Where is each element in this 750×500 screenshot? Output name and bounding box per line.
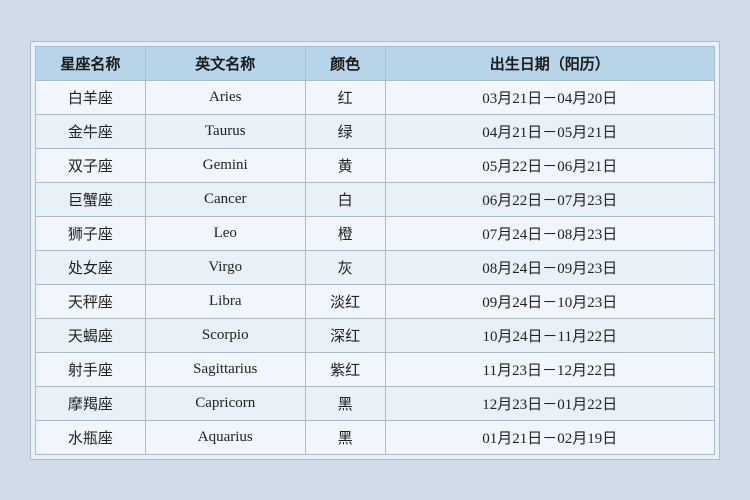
cell-chinese: 金牛座 (36, 114, 146, 148)
cell-color: 红 (305, 80, 385, 114)
cell-chinese: 天蝎座 (36, 318, 146, 352)
table-row: 金牛座Taurus绿04月21日－05月21日 (36, 114, 715, 148)
cell-chinese: 狮子座 (36, 216, 146, 250)
cell-color: 深红 (305, 318, 385, 352)
cell-date: 04月21日－05月21日 (385, 114, 714, 148)
cell-color: 橙 (305, 216, 385, 250)
table-row: 白羊座Aries红03月21日－04月20日 (36, 80, 715, 114)
table-row: 天秤座Libra淡红09月24日－10月23日 (36, 284, 715, 318)
cell-english: Taurus (145, 114, 305, 148)
table-row: 摩羯座Capricorn黑12月23日－01月22日 (36, 386, 715, 420)
cell-chinese: 摩羯座 (36, 386, 146, 420)
cell-color: 绿 (305, 114, 385, 148)
table-body: 白羊座Aries红03月21日－04月20日金牛座Taurus绿04月21日－0… (36, 80, 715, 454)
table-row: 天蝎座Scorpio深红10月24日－11月22日 (36, 318, 715, 352)
table-row: 处女座Virgo灰08月24日－09月23日 (36, 250, 715, 284)
header-color: 颜色 (305, 46, 385, 80)
cell-chinese: 射手座 (36, 352, 146, 386)
cell-english: Capricorn (145, 386, 305, 420)
cell-chinese: 天秤座 (36, 284, 146, 318)
cell-color: 淡红 (305, 284, 385, 318)
cell-date: 11月23日－12月22日 (385, 352, 714, 386)
zodiac-table-container: 星座名称 英文名称 颜色 出生日期（阳历） 白羊座Aries红03月21日－04… (30, 41, 720, 460)
cell-english: Aquarius (145, 420, 305, 454)
cell-date: 01月21日－02月19日 (385, 420, 714, 454)
cell-english: Leo (145, 216, 305, 250)
cell-chinese: 巨蟹座 (36, 182, 146, 216)
cell-color: 紫红 (305, 352, 385, 386)
cell-date: 09月24日－10月23日 (385, 284, 714, 318)
zodiac-table: 星座名称 英文名称 颜色 出生日期（阳历） 白羊座Aries红03月21日－04… (35, 46, 715, 455)
cell-english: Gemini (145, 148, 305, 182)
header-date: 出生日期（阳历） (385, 46, 714, 80)
cell-date: 08月24日－09月23日 (385, 250, 714, 284)
cell-english: Virgo (145, 250, 305, 284)
table-row: 水瓶座Aquarius黑01月21日－02月19日 (36, 420, 715, 454)
cell-chinese: 双子座 (36, 148, 146, 182)
cell-date: 05月22日－06月21日 (385, 148, 714, 182)
cell-color: 灰 (305, 250, 385, 284)
table-header-row: 星座名称 英文名称 颜色 出生日期（阳历） (36, 46, 715, 80)
header-chinese: 星座名称 (36, 46, 146, 80)
cell-english: Scorpio (145, 318, 305, 352)
cell-color: 黄 (305, 148, 385, 182)
cell-date: 06月22日－07月23日 (385, 182, 714, 216)
cell-date: 10月24日－11月22日 (385, 318, 714, 352)
cell-date: 12月23日－01月22日 (385, 386, 714, 420)
table-row: 射手座Sagittarius紫红11月23日－12月22日 (36, 352, 715, 386)
cell-date: 07月24日－08月23日 (385, 216, 714, 250)
header-english: 英文名称 (145, 46, 305, 80)
cell-color: 黑 (305, 386, 385, 420)
cell-chinese: 水瓶座 (36, 420, 146, 454)
cell-color: 黑 (305, 420, 385, 454)
cell-chinese: 白羊座 (36, 80, 146, 114)
cell-english: Cancer (145, 182, 305, 216)
table-row: 巨蟹座Cancer白06月22日－07月23日 (36, 182, 715, 216)
cell-chinese: 处女座 (36, 250, 146, 284)
cell-english: Libra (145, 284, 305, 318)
cell-english: Aries (145, 80, 305, 114)
cell-color: 白 (305, 182, 385, 216)
table-row: 狮子座Leo橙07月24日－08月23日 (36, 216, 715, 250)
cell-english: Sagittarius (145, 352, 305, 386)
table-row: 双子座Gemini黄05月22日－06月21日 (36, 148, 715, 182)
cell-date: 03月21日－04月20日 (385, 80, 714, 114)
